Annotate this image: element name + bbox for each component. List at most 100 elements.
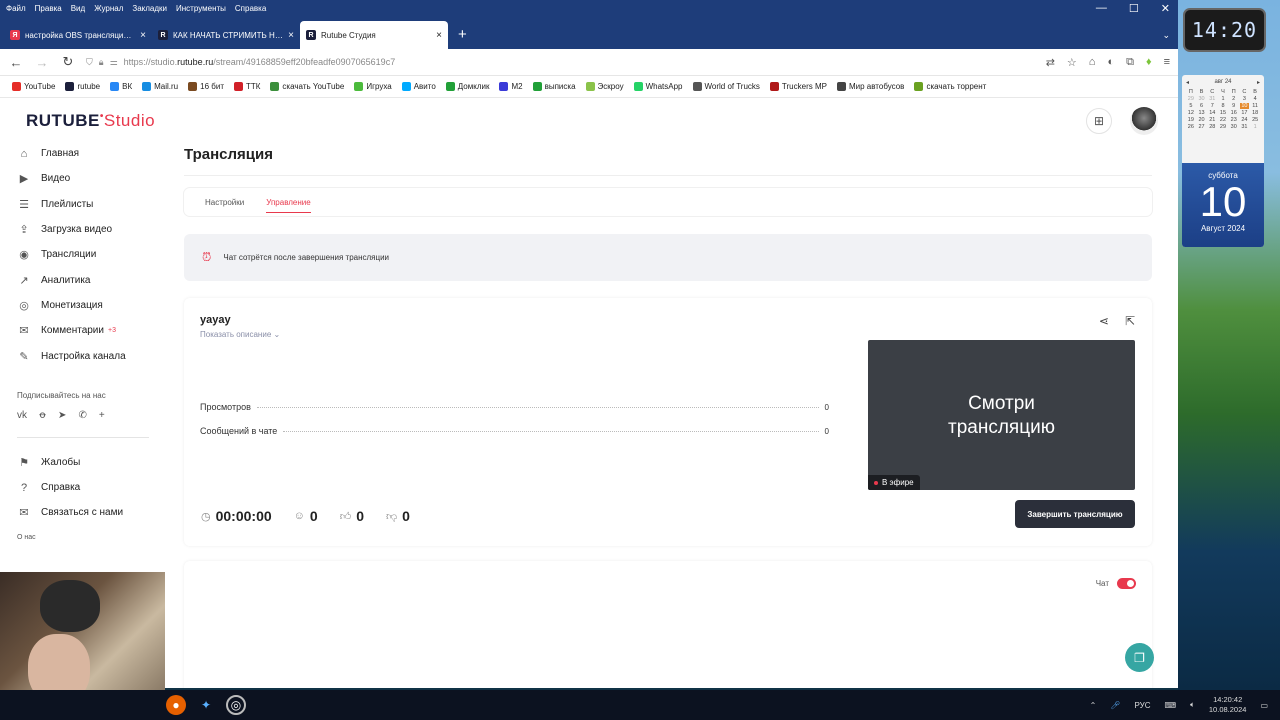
puzzle-icon[interactable]: ⧉ xyxy=(1126,56,1134,69)
url-bar[interactable]: ⛉ 🔒︎ ⚌ https://studio.rutube.ru/stream/4… xyxy=(86,57,1036,68)
bookmark[interactable]: Домклик xyxy=(445,82,489,91)
close-window-icon[interactable]: ✕ xyxy=(1161,2,1170,15)
sidebar-item[interactable]: ✉ Связаться с нами xyxy=(17,500,167,525)
calendar-day[interactable]: 30 xyxy=(1197,96,1207,102)
obs-icon[interactable]: ◎ xyxy=(226,695,246,715)
bookmark[interactable]: YouTube xyxy=(12,82,55,91)
telegram-icon[interactable]: ➤ xyxy=(58,410,66,421)
sidebar-item[interactable]: ✎ Настройка канала xyxy=(17,343,167,368)
show-description-link[interactable]: Показать описание ⌄ xyxy=(200,330,280,339)
bookmark[interactable]: WhatsApp xyxy=(633,82,683,91)
calendar-day[interactable]: 30 xyxy=(1229,124,1239,130)
browser-tab[interactable]: R Rutube Студия × xyxy=(300,21,448,49)
share-icon[interactable]: ⋖ xyxy=(1099,314,1109,328)
bookmark[interactable]: ТТК xyxy=(233,82,260,91)
star-icon[interactable]: ☆ xyxy=(1067,56,1077,69)
bookmark[interactable]: скачать YouTube xyxy=(270,82,344,91)
calendar-day[interactable]: 15 xyxy=(1218,110,1228,116)
bookmark[interactable]: Авито xyxy=(401,82,436,91)
menu-item[interactable]: Инструменты xyxy=(176,4,226,13)
calendar-day[interactable]: 1 xyxy=(1250,124,1260,130)
bookmark[interactable]: 16 бит xyxy=(188,82,224,91)
calendar-day[interactable]: 2 xyxy=(1229,96,1239,102)
sidebar-item[interactable]: ⇪ Загрузка видео xyxy=(17,217,167,242)
menu-item[interactable]: Закладки xyxy=(132,4,167,13)
bookmark[interactable]: rutube xyxy=(65,82,100,91)
sidebar-item[interactable]: ◉ Трансляции xyxy=(17,242,167,267)
chat-switch[interactable] xyxy=(1117,578,1136,589)
calendar-day[interactable]: 11 xyxy=(1250,103,1260,109)
calendar-day[interactable]: 27 xyxy=(1197,124,1207,130)
sidebar-item[interactable]: ↗ Аналитика xyxy=(17,267,167,292)
menu-item[interactable]: Файл xyxy=(6,4,26,13)
calendar-day[interactable]: 22 xyxy=(1218,117,1228,123)
calendar-day[interactable]: 31 xyxy=(1207,96,1217,102)
about-link[interactable]: О нас xyxy=(17,534,167,541)
calendar-day[interactable]: 5 xyxy=(1186,103,1196,109)
external-link-icon[interactable]: ⇱ xyxy=(1125,314,1135,328)
calendar-day[interactable]: 26 xyxy=(1186,124,1196,130)
calendar-day[interactable]: 3 xyxy=(1240,96,1250,102)
viber-icon[interactable]: ✆ xyxy=(78,410,86,421)
bookmark[interactable]: выписка xyxy=(532,82,576,91)
calendar-day[interactable]: 28 xyxy=(1207,124,1217,130)
bookmark[interactable]: M2 xyxy=(499,82,523,91)
tab-settings[interactable]: Настройки xyxy=(205,198,244,207)
tray-chevron-icon[interactable]: ⌃ xyxy=(1090,701,1097,710)
bookmark[interactable]: Mail.ru xyxy=(142,82,178,91)
bookmark[interactable]: Эскроу xyxy=(585,82,624,91)
mic-icon[interactable]: 🎤︎ xyxy=(1110,701,1120,710)
bookmark[interactable]: скачать торрент xyxy=(914,82,986,91)
calendar-day[interactable]: 12 xyxy=(1186,110,1196,116)
bookmark[interactable]: Мир автобусов xyxy=(836,82,904,91)
browser-tab[interactable]: Янастройка OBS трансляции на × xyxy=(4,21,152,49)
calendar-day[interactable]: 10 xyxy=(1239,103,1250,109)
close-tab-icon[interactable]: × xyxy=(140,30,146,41)
calendar-day[interactable]: 17 xyxy=(1240,110,1250,116)
language-indicator[interactable]: РУС xyxy=(1135,701,1151,710)
sidebar-item[interactable]: ☰ Плейлисты xyxy=(17,192,167,217)
calendar-day[interactable]: 13 xyxy=(1197,110,1207,116)
calendar-day[interactable]: 8 xyxy=(1218,103,1228,109)
prev-month-icon[interactable]: ◂ xyxy=(1186,79,1189,86)
calendar-day[interactable]: 29 xyxy=(1186,96,1196,102)
add-content-button[interactable]: ⊞ xyxy=(1086,108,1112,134)
calendar-day[interactable]: 24 xyxy=(1240,117,1250,123)
avatar[interactable] xyxy=(1130,107,1158,135)
reload-icon[interactable]: ↻ xyxy=(60,54,76,70)
rutube-studio-logo[interactable]: RUTUBE•Studio xyxy=(26,111,155,131)
forward-arrow-icon[interactable]: → xyxy=(34,55,50,70)
back-arrow-icon[interactable]: ← xyxy=(8,55,24,70)
maximize-icon[interactable]: ☐ xyxy=(1129,2,1139,15)
hamburger-menu-icon[interactable]: ≡ xyxy=(1164,56,1170,69)
sidebar-item[interactable]: ⌂ Главная xyxy=(17,141,167,166)
calendar-day[interactable]: 29 xyxy=(1218,124,1228,130)
notifications-icon[interactable]: ▭ xyxy=(1260,701,1268,710)
calendar-day[interactable]: 1 xyxy=(1218,96,1228,102)
calendar-day[interactable]: 7 xyxy=(1207,103,1217,109)
next-month-icon[interactable]: ▸ xyxy=(1257,79,1260,86)
sidebar-item[interactable]: ▶ Видео xyxy=(17,166,167,191)
close-tab-icon[interactable]: × xyxy=(288,30,294,41)
menu-item[interactable]: Журнал xyxy=(94,4,123,13)
sidebar-item[interactable]: ? Справка xyxy=(17,475,167,500)
translate-icon[interactable]: ⇄ xyxy=(1046,56,1055,69)
calendar-day[interactable]: 4 xyxy=(1250,96,1260,102)
calendar-day[interactable]: 21 xyxy=(1207,117,1217,123)
app-icon[interactable]: ✦ xyxy=(196,695,216,715)
taskbar-clock[interactable]: 14:20:42 10.08.2024 xyxy=(1209,695,1247,715)
sidebar-item[interactable]: ✉ Комментарии +3 xyxy=(17,318,167,343)
menu-item[interactable]: Вид xyxy=(71,4,85,13)
calendar-day[interactable]: 31 xyxy=(1240,124,1250,130)
calendar-day[interactable]: 18 xyxy=(1250,110,1260,116)
bookmark[interactable]: Игруха xyxy=(354,82,392,91)
close-tab-icon[interactable]: × xyxy=(436,30,442,41)
stream-preview[interactable]: Смотри трансляцию В эфире xyxy=(868,340,1135,490)
extension-icon[interactable]: ◐ xyxy=(1107,56,1114,69)
calendar-day[interactable]: 19 xyxy=(1186,117,1196,123)
ok-icon[interactable]: ꝋ xyxy=(39,410,46,421)
vk-icon[interactable]: vk xyxy=(17,410,27,421)
calendar-day[interactable]: 16 xyxy=(1229,110,1239,116)
browser-tab[interactable]: R КАК НАЧАТЬ СТРИМИТЬ НА Р × xyxy=(152,21,300,49)
calendar-day[interactable]: 14 xyxy=(1207,110,1217,116)
